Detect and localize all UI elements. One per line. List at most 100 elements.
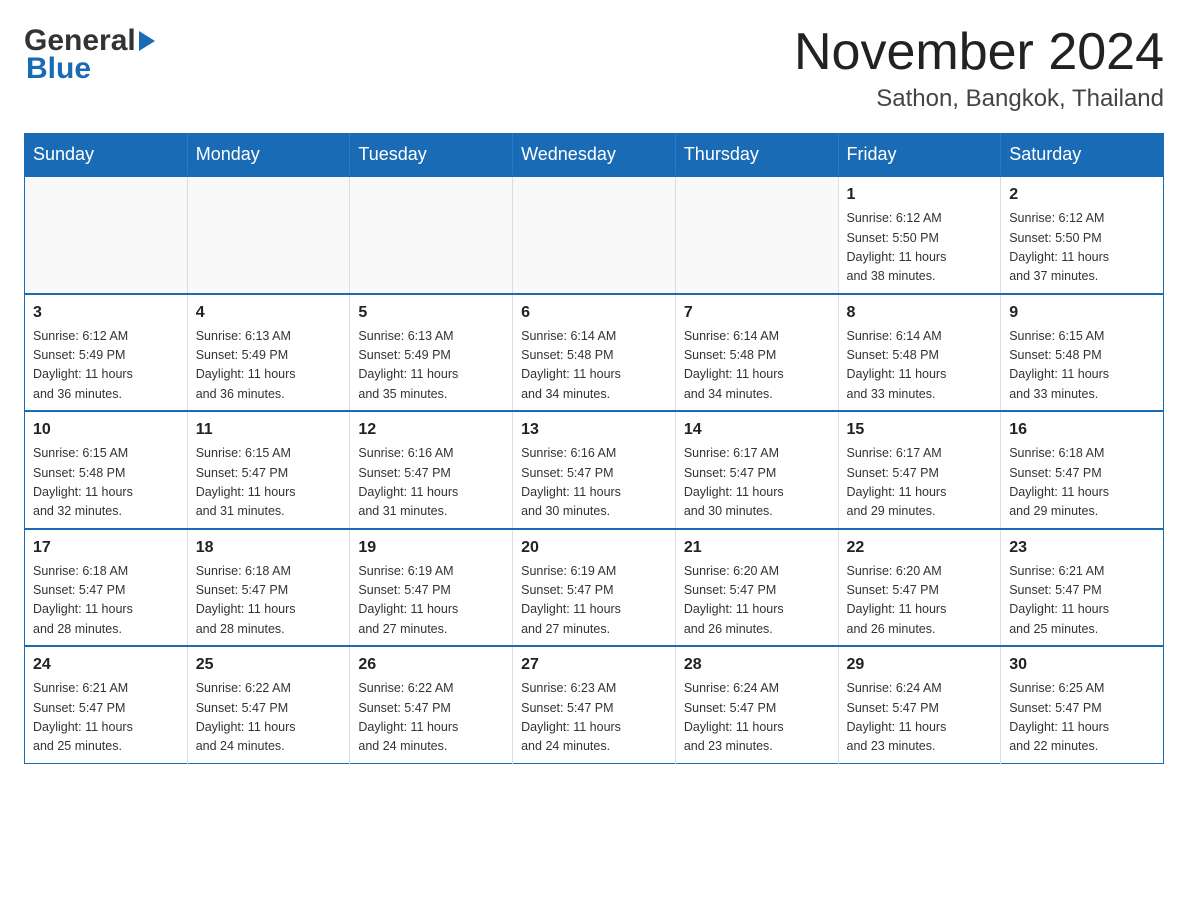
day-info: Sunrise: 6:12 AM Sunset: 5:49 PM Dayligh…	[33, 327, 179, 405]
day-number: 24	[33, 653, 179, 677]
day-info: Sunrise: 6:13 AM Sunset: 5:49 PM Dayligh…	[358, 327, 504, 405]
day-number: 9	[1009, 301, 1155, 325]
day-number: 25	[196, 653, 342, 677]
header-wednesday: Wednesday	[513, 134, 676, 177]
calendar-cell: 26Sunrise: 6:22 AM Sunset: 5:47 PM Dayli…	[350, 646, 513, 763]
calendar-week-2: 3Sunrise: 6:12 AM Sunset: 5:49 PM Daylig…	[25, 294, 1164, 412]
day-info: Sunrise: 6:15 AM Sunset: 5:47 PM Dayligh…	[196, 444, 342, 522]
day-number: 12	[358, 418, 504, 442]
day-number: 6	[521, 301, 667, 325]
day-info: Sunrise: 6:15 AM Sunset: 5:48 PM Dayligh…	[33, 444, 179, 522]
day-number: 2	[1009, 183, 1155, 207]
day-info: Sunrise: 6:18 AM Sunset: 5:47 PM Dayligh…	[196, 562, 342, 640]
day-info: Sunrise: 6:14 AM Sunset: 5:48 PM Dayligh…	[847, 327, 993, 405]
calendar-cell: 28Sunrise: 6:24 AM Sunset: 5:47 PM Dayli…	[675, 646, 838, 763]
day-number: 20	[521, 536, 667, 560]
day-info: Sunrise: 6:17 AM Sunset: 5:47 PM Dayligh…	[684, 444, 830, 522]
day-number: 29	[847, 653, 993, 677]
day-info: Sunrise: 6:15 AM Sunset: 5:48 PM Dayligh…	[1009, 327, 1155, 405]
day-info: Sunrise: 6:21 AM Sunset: 5:47 PM Dayligh…	[33, 679, 179, 757]
title-section: November 2024 Sathon, Bangkok, Thailand	[794, 24, 1164, 113]
day-info: Sunrise: 6:13 AM Sunset: 5:49 PM Dayligh…	[196, 327, 342, 405]
day-number: 19	[358, 536, 504, 560]
calendar-title: November 2024	[794, 24, 1164, 81]
day-info: Sunrise: 6:24 AM Sunset: 5:47 PM Dayligh…	[847, 679, 993, 757]
day-number: 26	[358, 653, 504, 677]
day-number: 21	[684, 536, 830, 560]
calendar-week-1: 1Sunrise: 6:12 AM Sunset: 5:50 PM Daylig…	[25, 176, 1164, 294]
day-number: 14	[684, 418, 830, 442]
day-number: 8	[847, 301, 993, 325]
day-number: 7	[684, 301, 830, 325]
logo-blue-text: Blue	[24, 52, 155, 86]
day-info: Sunrise: 6:20 AM Sunset: 5:47 PM Dayligh…	[684, 562, 830, 640]
calendar-cell: 9Sunrise: 6:15 AM Sunset: 5:48 PM Daylig…	[1001, 294, 1164, 412]
header-thursday: Thursday	[675, 134, 838, 177]
calendar-cell: 20Sunrise: 6:19 AM Sunset: 5:47 PM Dayli…	[513, 529, 676, 647]
day-number: 10	[33, 418, 179, 442]
day-info: Sunrise: 6:21 AM Sunset: 5:47 PM Dayligh…	[1009, 562, 1155, 640]
day-info: Sunrise: 6:14 AM Sunset: 5:48 PM Dayligh…	[684, 327, 830, 405]
day-info: Sunrise: 6:12 AM Sunset: 5:50 PM Dayligh…	[1009, 209, 1155, 287]
day-number: 27	[521, 653, 667, 677]
calendar-week-4: 17Sunrise: 6:18 AM Sunset: 5:47 PM Dayli…	[25, 529, 1164, 647]
calendar-cell: 27Sunrise: 6:23 AM Sunset: 5:47 PM Dayli…	[513, 646, 676, 763]
calendar-cell	[675, 176, 838, 294]
day-info: Sunrise: 6:20 AM Sunset: 5:47 PM Dayligh…	[847, 562, 993, 640]
calendar-cell: 16Sunrise: 6:18 AM Sunset: 5:47 PM Dayli…	[1001, 411, 1164, 529]
calendar-cell	[187, 176, 350, 294]
day-info: Sunrise: 6:22 AM Sunset: 5:47 PM Dayligh…	[196, 679, 342, 757]
day-number: 28	[684, 653, 830, 677]
header-sunday: Sunday	[25, 134, 188, 177]
header-friday: Friday	[838, 134, 1001, 177]
day-info: Sunrise: 6:18 AM Sunset: 5:47 PM Dayligh…	[1009, 444, 1155, 522]
day-number: 18	[196, 536, 342, 560]
calendar-cell: 23Sunrise: 6:21 AM Sunset: 5:47 PM Dayli…	[1001, 529, 1164, 647]
day-number: 13	[521, 418, 667, 442]
calendar-cell: 4Sunrise: 6:13 AM Sunset: 5:49 PM Daylig…	[187, 294, 350, 412]
day-number: 3	[33, 301, 179, 325]
calendar-cell: 15Sunrise: 6:17 AM Sunset: 5:47 PM Dayli…	[838, 411, 1001, 529]
calendar-cell: 6Sunrise: 6:14 AM Sunset: 5:48 PM Daylig…	[513, 294, 676, 412]
day-info: Sunrise: 6:19 AM Sunset: 5:47 PM Dayligh…	[521, 562, 667, 640]
day-info: Sunrise: 6:16 AM Sunset: 5:47 PM Dayligh…	[521, 444, 667, 522]
calendar-cell: 11Sunrise: 6:15 AM Sunset: 5:47 PM Dayli…	[187, 411, 350, 529]
calendar-cell: 7Sunrise: 6:14 AM Sunset: 5:48 PM Daylig…	[675, 294, 838, 412]
calendar-cell: 2Sunrise: 6:12 AM Sunset: 5:50 PM Daylig…	[1001, 176, 1164, 294]
header-monday: Monday	[187, 134, 350, 177]
calendar-cell: 22Sunrise: 6:20 AM Sunset: 5:47 PM Dayli…	[838, 529, 1001, 647]
day-number: 30	[1009, 653, 1155, 677]
calendar-subtitle: Sathon, Bangkok, Thailand	[794, 85, 1164, 113]
calendar-cell: 14Sunrise: 6:17 AM Sunset: 5:47 PM Dayli…	[675, 411, 838, 529]
calendar-week-3: 10Sunrise: 6:15 AM Sunset: 5:48 PM Dayli…	[25, 411, 1164, 529]
day-number: 5	[358, 301, 504, 325]
calendar-cell	[25, 176, 188, 294]
day-number: 22	[847, 536, 993, 560]
calendar-cell: 1Sunrise: 6:12 AM Sunset: 5:50 PM Daylig…	[838, 176, 1001, 294]
day-info: Sunrise: 6:19 AM Sunset: 5:47 PM Dayligh…	[358, 562, 504, 640]
calendar-cell: 17Sunrise: 6:18 AM Sunset: 5:47 PM Dayli…	[25, 529, 188, 647]
calendar-header: SundayMondayTuesdayWednesdayThursdayFrid…	[25, 134, 1164, 177]
day-info: Sunrise: 6:16 AM Sunset: 5:47 PM Dayligh…	[358, 444, 504, 522]
calendar-cell: 12Sunrise: 6:16 AM Sunset: 5:47 PM Dayli…	[350, 411, 513, 529]
calendar-cell: 29Sunrise: 6:24 AM Sunset: 5:47 PM Dayli…	[838, 646, 1001, 763]
day-info: Sunrise: 6:12 AM Sunset: 5:50 PM Dayligh…	[847, 209, 993, 287]
day-info: Sunrise: 6:18 AM Sunset: 5:47 PM Dayligh…	[33, 562, 179, 640]
calendar-week-5: 24Sunrise: 6:21 AM Sunset: 5:47 PM Dayli…	[25, 646, 1164, 763]
page-header: General Blue November 2024 Sathon, Bangk…	[24, 24, 1164, 113]
calendar-cell: 19Sunrise: 6:19 AM Sunset: 5:47 PM Dayli…	[350, 529, 513, 647]
calendar-cell: 13Sunrise: 6:16 AM Sunset: 5:47 PM Dayli…	[513, 411, 676, 529]
day-number: 1	[847, 183, 993, 207]
logo: General Blue	[24, 24, 155, 86]
day-info: Sunrise: 6:17 AM Sunset: 5:47 PM Dayligh…	[847, 444, 993, 522]
calendar-cell	[513, 176, 676, 294]
day-number: 16	[1009, 418, 1155, 442]
day-number: 17	[33, 536, 179, 560]
calendar-table: SundayMondayTuesdayWednesdayThursdayFrid…	[24, 133, 1164, 764]
calendar-cell: 21Sunrise: 6:20 AM Sunset: 5:47 PM Dayli…	[675, 529, 838, 647]
calendar-cell: 24Sunrise: 6:21 AM Sunset: 5:47 PM Dayli…	[25, 646, 188, 763]
calendar-cell: 18Sunrise: 6:18 AM Sunset: 5:47 PM Dayli…	[187, 529, 350, 647]
day-info: Sunrise: 6:23 AM Sunset: 5:47 PM Dayligh…	[521, 679, 667, 757]
calendar-cell: 3Sunrise: 6:12 AM Sunset: 5:49 PM Daylig…	[25, 294, 188, 412]
calendar-cell: 8Sunrise: 6:14 AM Sunset: 5:48 PM Daylig…	[838, 294, 1001, 412]
